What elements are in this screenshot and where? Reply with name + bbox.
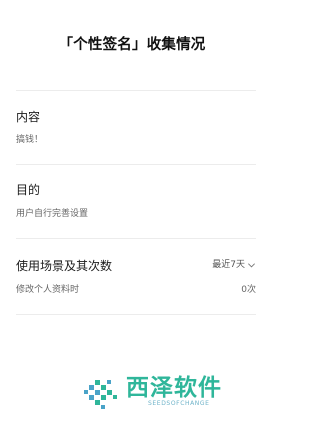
watermark: 西泽软件 SEEDSOFCHANGE — [82, 374, 248, 414]
chevron-down-icon — [248, 263, 255, 268]
usage-count: 0次 — [241, 285, 256, 295]
purpose-section: 目的 用户自行完善设置 — [16, 183, 256, 223]
content-label: 内容 — [16, 110, 41, 124]
content-value: 搞钱！ — [16, 135, 44, 145]
purpose-value: 用户自行完善设置 — [16, 209, 89, 219]
brand-logo-icon — [84, 380, 117, 409]
usage-section: 使用场景及其次数 最近7天 修改个人资料时 0次 — [16, 259, 256, 299]
usage-scenario: 修改个人资料时 — [16, 285, 80, 295]
divider — [16, 238, 256, 239]
usage-label: 使用场景及其次数 — [16, 259, 113, 273]
purpose-label: 目的 — [16, 183, 41, 197]
brand-name: 西泽软件 — [126, 375, 222, 401]
content-section: 内容 搞钱！ — [16, 110, 256, 150]
page-title: 「个性签名」收集情况 — [58, 37, 206, 53]
divider — [16, 314, 256, 315]
divider — [16, 90, 256, 91]
brand-tagline: SEEDSOFCHANGE — [148, 400, 210, 407]
divider — [16, 164, 256, 165]
time-range-dropdown[interactable]: 最近7天 — [212, 260, 256, 271]
time-range-label: 最近7天 — [212, 260, 245, 270]
